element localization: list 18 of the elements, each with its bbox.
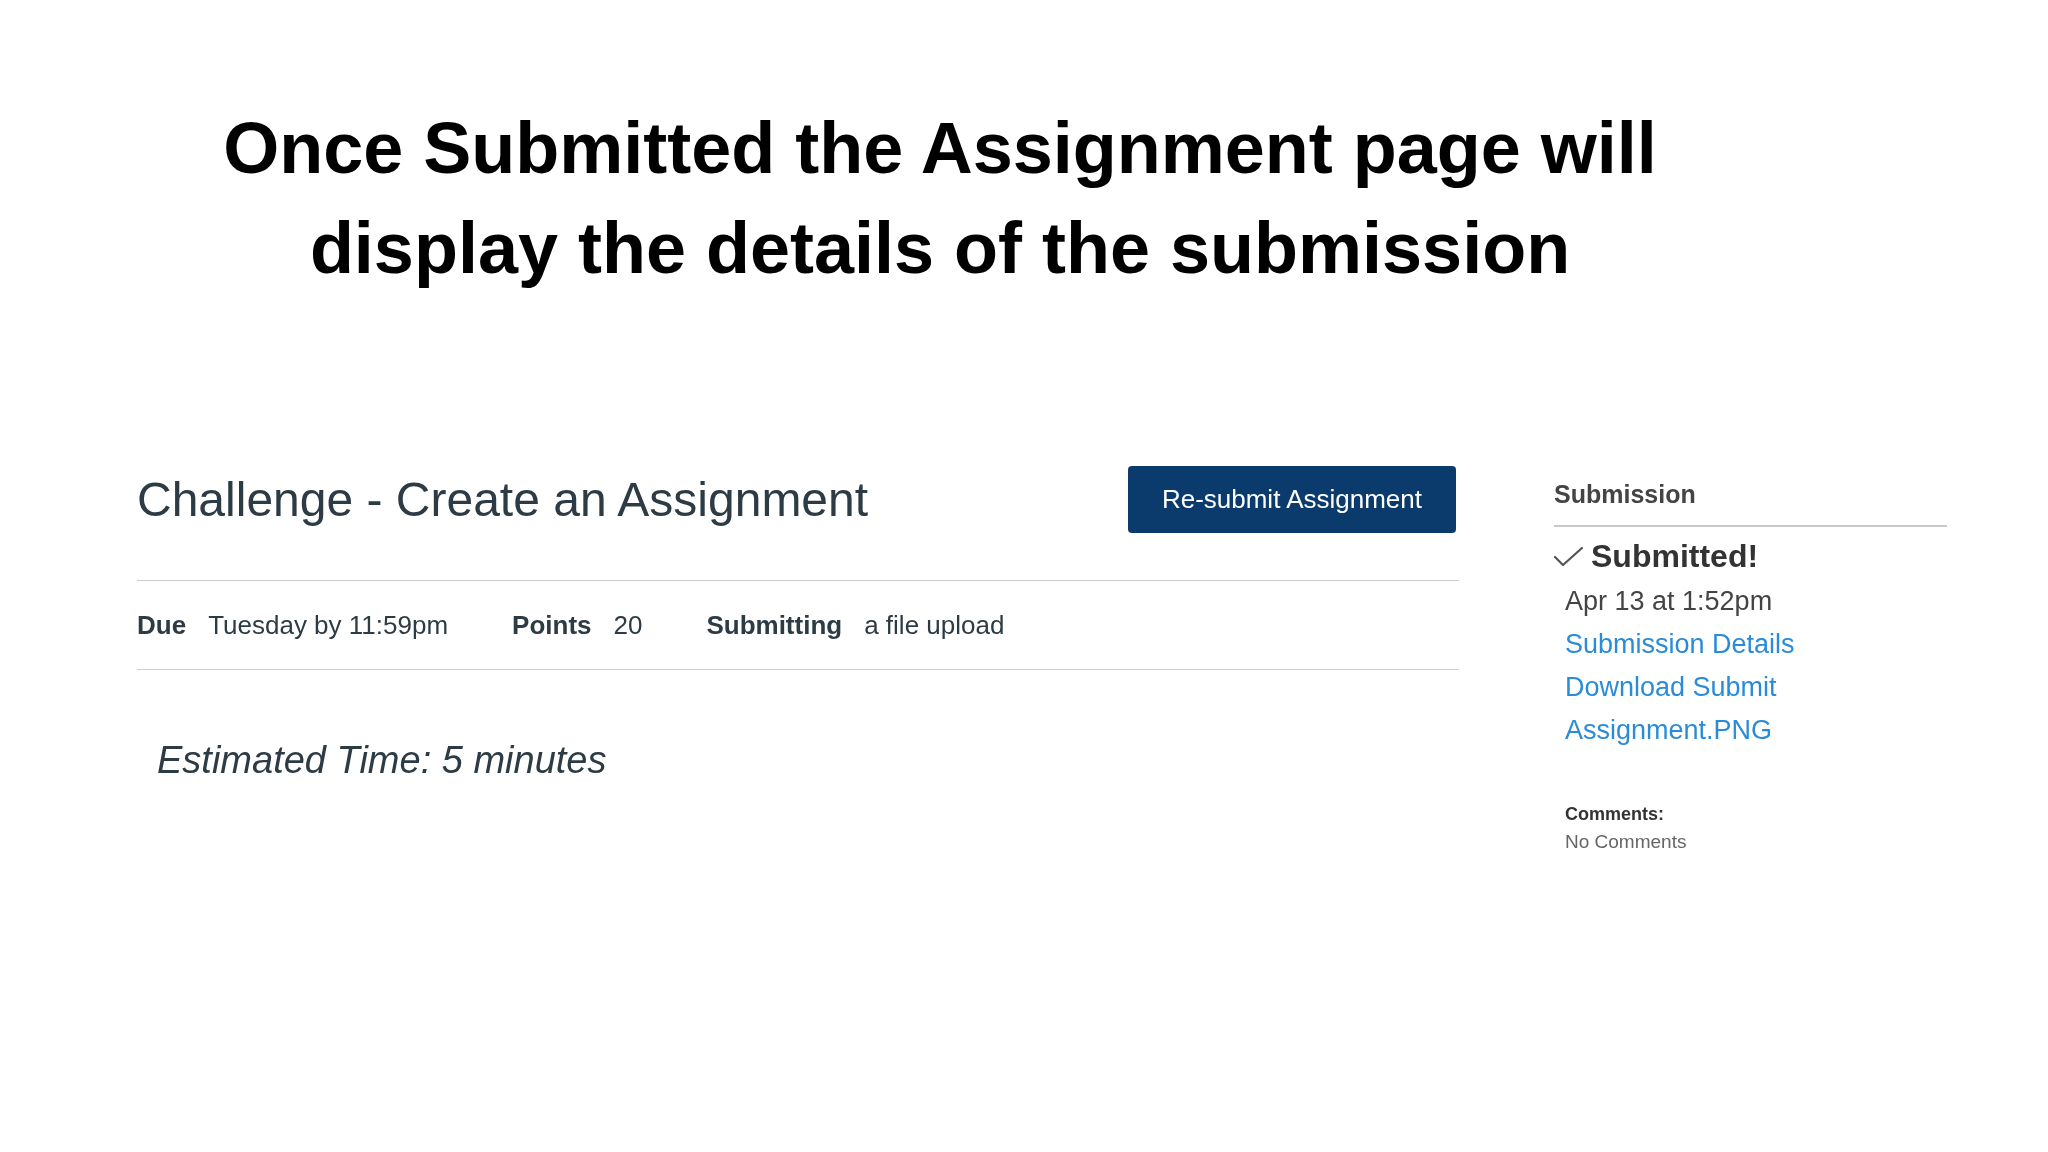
submitted-date: Apr 13 at 1:52pm <box>1565 585 1774 618</box>
detail-value: a file upload <box>864 609 1005 642</box>
check-icon <box>1554 546 1583 566</box>
detail-value: 20 <box>613 609 643 642</box>
detail-label: Due <box>137 609 187 642</box>
slide-headline: Once Submitted the Assignment page will display the details of the submission <box>222 107 1658 290</box>
detail-label: Submitting <box>706 609 843 642</box>
comments-label: Comments: <box>1565 803 1665 826</box>
resubmit-button[interactable]: Re-submit Assignment <box>1127 466 1456 533</box>
detail-label: Points <box>512 609 592 642</box>
estimated-time: Estimated Time: 5 minutes <box>156 738 608 783</box>
submission-link[interactable]: Submission Details <box>1565 623 1825 666</box>
assignment-title: Challenge - Create an Assignment <box>137 471 869 528</box>
status-label: Submitted! <box>1591 537 1759 576</box>
submission-link[interactable]: Download Submit Assignment.PNG <box>1565 666 1825 752</box>
comments-text: No Comments <box>1565 830 1688 854</box>
sidebar-heading: Submission <box>1554 480 1696 508</box>
detail-value: Tuesday by 11:59pm <box>208 609 449 642</box>
